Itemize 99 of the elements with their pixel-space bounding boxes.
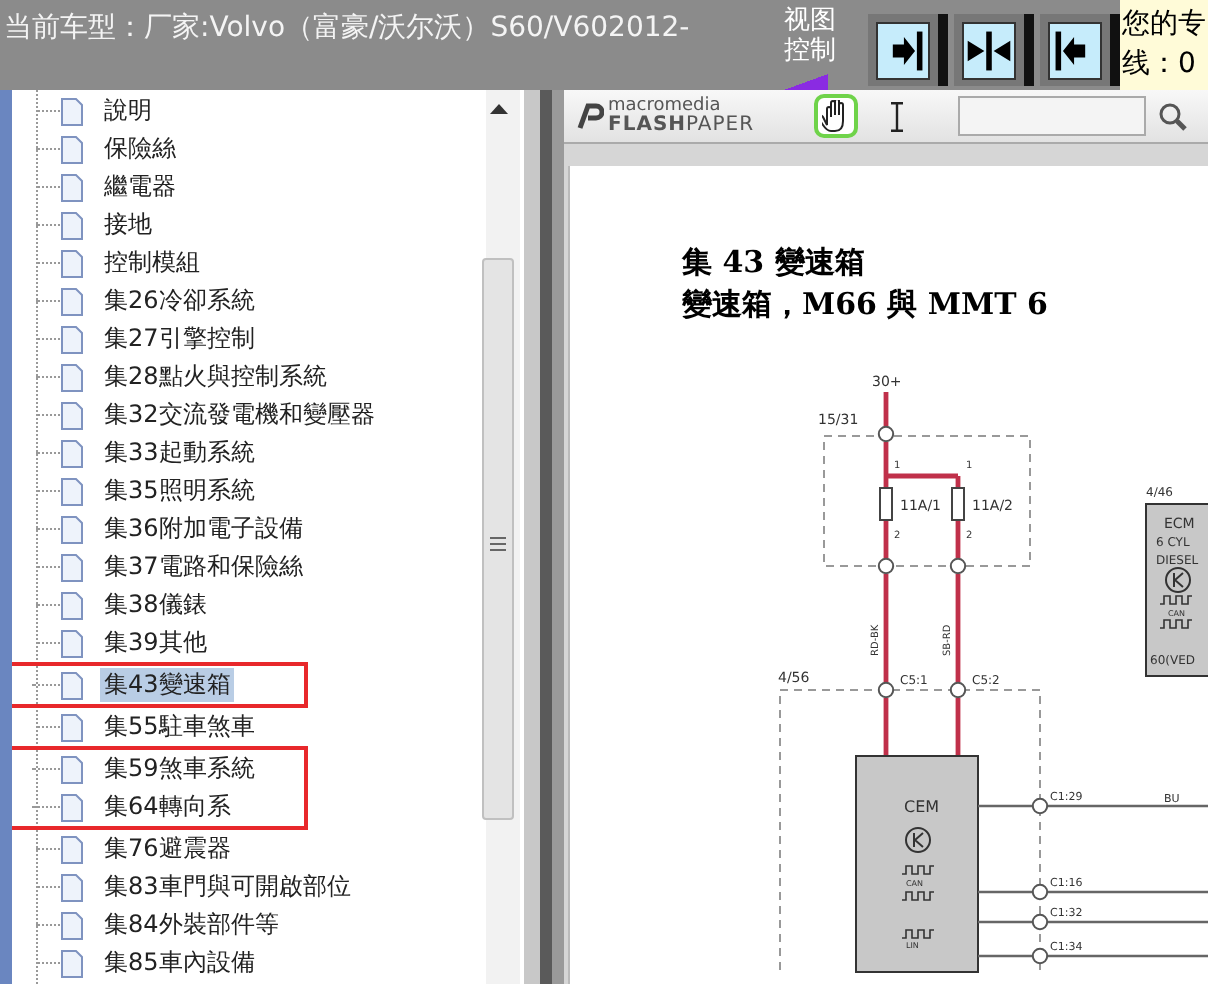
logo-text: macromedia — [608, 98, 721, 116]
connector-node — [1031, 797, 1049, 815]
document-icon — [60, 325, 84, 353]
signal-line — [978, 804, 1032, 808]
scroll-thumb[interactable] — [482, 258, 514, 820]
k-symbol-icon — [1165, 567, 1191, 593]
document-icon — [60, 97, 84, 125]
document-icon — [60, 249, 84, 277]
tree-item[interactable]: 集64轉向系 — [100, 790, 235, 824]
document-icon — [60, 835, 84, 863]
document-icon — [60, 755, 84, 783]
wire — [883, 574, 889, 682]
tree-item[interactable]: 保險絲 — [100, 132, 180, 166]
connector-node — [877, 425, 895, 443]
tree-item[interactable]: 集36附加電子設備 — [100, 512, 307, 546]
document-icon — [60, 515, 84, 543]
tree-item[interactable]: 集32交流發電機和變壓器 — [100, 398, 379, 432]
connector-node — [877, 681, 895, 699]
connector-node — [877, 557, 895, 575]
notice-text: 您的专 — [1122, 6, 1208, 44]
vehicle-title: 当前车型：厂家:Volvo（富豪/沃尔沃）S60/V602012- — [2, 10, 692, 48]
wire — [883, 392, 889, 426]
split-view-button[interactable] — [954, 14, 1034, 86]
tree-item[interactable]: 控制模組 — [100, 246, 204, 280]
wire — [955, 698, 961, 756]
signal-line — [978, 954, 1032, 958]
document-icon — [60, 911, 84, 939]
tree-item[interactable]: 集43變速箱 — [100, 668, 235, 702]
pulse-wave-icon — [1159, 595, 1193, 605]
tree-item[interactable]: 集55駐車煞車 — [100, 710, 259, 744]
wire — [883, 698, 889, 756]
document-icon — [60, 793, 84, 821]
tree-item[interactable]: 集26冷卻系統 — [100, 284, 259, 318]
connector-node — [949, 557, 967, 575]
document-icon — [60, 211, 84, 239]
tree-item[interactable]: 集39其他 — [100, 626, 211, 660]
document-icon — [60, 629, 84, 657]
search-field[interactable] — [958, 96, 1147, 136]
document-icon — [60, 591, 84, 619]
document-icon — [60, 873, 84, 901]
tree-item[interactable]: 集85車內設備 — [100, 946, 259, 980]
document-icon — [60, 173, 84, 201]
document-icon — [60, 363, 84, 391]
tree-item[interactable]: 集59煞車系統 — [100, 752, 259, 786]
view-control-label: 控制 — [784, 36, 838, 66]
tree-item[interactable]: 集35照明系統 — [100, 474, 259, 508]
k-symbol-icon — [905, 827, 931, 853]
tree-item[interactable]: 集37電路和保險絲 — [100, 550, 307, 584]
connector-node — [1031, 883, 1049, 901]
fuse — [879, 487, 893, 521]
view-control-label: 视图 — [784, 6, 838, 36]
document-icon — [60, 287, 84, 315]
module-label: CEM — [904, 798, 940, 816]
document-icon — [60, 553, 84, 581]
connector-node — [1031, 947, 1049, 965]
grip-icon — [490, 536, 506, 552]
up-arrow-icon[interactable] — [488, 100, 510, 116]
pulse-wave-icon — [901, 865, 935, 875]
logo-text: FLASHPAPER — [608, 116, 755, 134]
notice-text: 线：0 — [1122, 46, 1198, 84]
expand-left-button[interactable] — [1040, 14, 1120, 86]
wire — [955, 574, 961, 682]
document-icon — [60, 949, 84, 977]
document-subheading: 變速箱，M66 與 MMT 6 — [682, 284, 1048, 326]
connector-node — [949, 681, 967, 699]
pulse-wave-icon — [901, 929, 935, 939]
arrow-bar-icon — [962, 21, 1016, 79]
hand-tool-button[interactable] — [814, 94, 859, 138]
tree-item[interactable]: 集38儀錶 — [100, 588, 211, 622]
search-icon[interactable] — [1158, 101, 1189, 131]
tree-item[interactable]: 接地 — [100, 208, 156, 242]
pulse-wave-icon — [901, 891, 935, 901]
tree-item[interactable]: 集27引擎控制 — [100, 322, 259, 356]
document-icon — [60, 477, 84, 505]
connector-node — [1031, 913, 1049, 931]
signal-line — [978, 890, 1032, 894]
tree-item[interactable]: 說明 — [100, 94, 156, 128]
scrollbar[interactable] — [486, 90, 520, 984]
tree-item[interactable]: 繼電器 — [100, 170, 180, 204]
document-icon — [60, 135, 84, 163]
tree-item[interactable]: 集33起動系統 — [100, 436, 259, 470]
document-icon — [60, 439, 84, 467]
tree-item[interactable]: 集76避震器 — [100, 832, 235, 866]
fuse — [951, 487, 965, 521]
logo-mark-icon — [576, 102, 604, 130]
signal-line — [978, 920, 1032, 924]
document-icon — [60, 671, 84, 699]
document-icon — [60, 713, 84, 741]
pane-splitter[interactable] — [524, 90, 564, 984]
tree-item[interactable]: 集28點火與控制系統 — [100, 360, 331, 394]
arrow-bar-icon — [876, 21, 930, 79]
document-icon — [60, 401, 84, 429]
expand-right-button[interactable] — [868, 14, 948, 86]
pulse-wave-icon — [1159, 619, 1193, 629]
arrow-bar-icon — [1048, 21, 1102, 79]
tree-item[interactable]: 集83車門與可開啟部位 — [100, 870, 355, 904]
tree-item[interactable]: 集84外裝部件等 — [100, 908, 283, 942]
document-heading: 集 43 變速箱 — [682, 242, 867, 284]
text-cursor-icon — [889, 101, 904, 131]
